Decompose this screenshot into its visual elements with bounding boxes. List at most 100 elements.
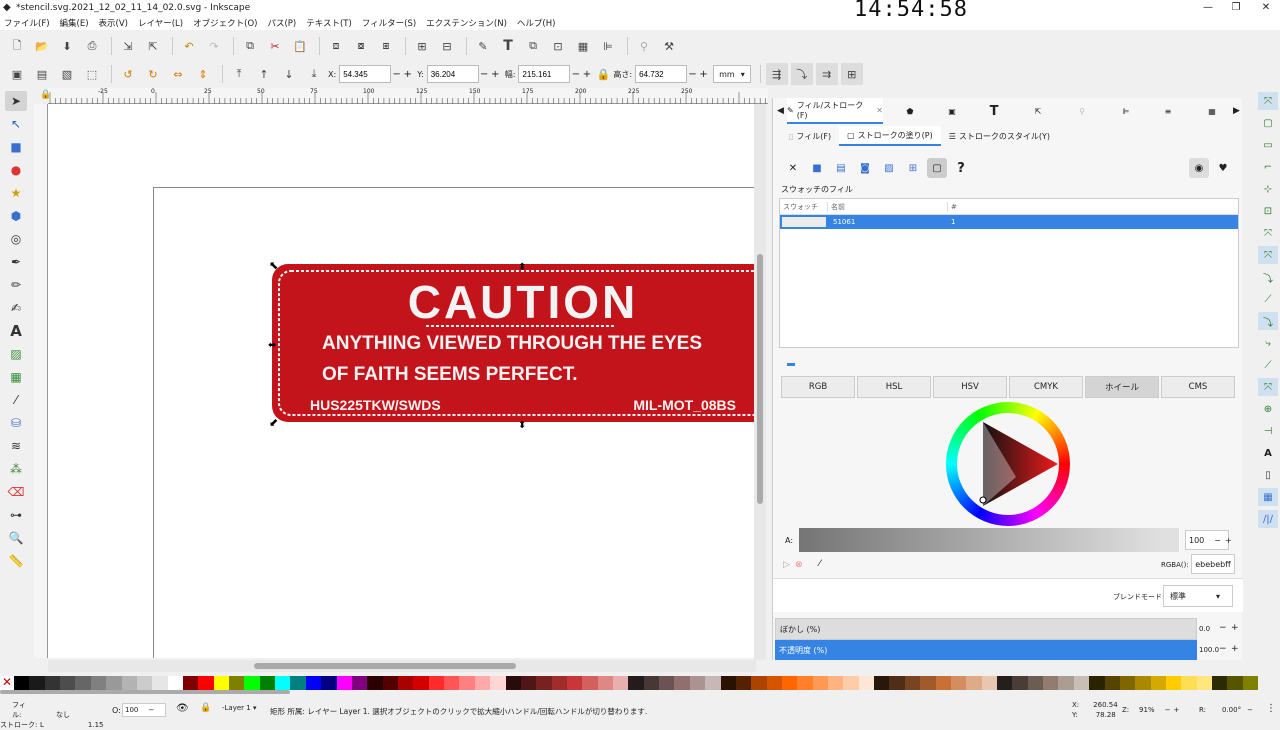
layer-lock-icon[interactable]: 🔒 — [200, 703, 211, 713]
palette-swatch[interactable] — [582, 676, 598, 690]
tab-export[interactable]: ⇱ — [1027, 98, 1049, 124]
palette-swatch[interactable] — [889, 676, 905, 690]
palette-swatch[interactable] — [367, 676, 383, 690]
flat-color-icon[interactable]: ■ — [807, 158, 827, 178]
snap-rotation-center-icon[interactable]: ⊕ — [1258, 400, 1278, 418]
palette-swatch[interactable] — [305, 676, 322, 690]
snap-baseline-icon[interactable]: ⊣ — [1258, 422, 1278, 440]
rectangle-tool-icon[interactable]: ■ — [5, 137, 27, 157]
group-icon[interactable]: ⊞ — [411, 35, 433, 57]
menu-path[interactable]: パス(P) — [267, 17, 296, 29]
menu-file[interactable]: ファイル(F) — [4, 17, 50, 29]
palette-swatch[interactable] — [904, 676, 921, 690]
snap-bbox-edge-icon[interactable]: ▭ — [1258, 136, 1278, 154]
palette-swatch[interactable] — [1150, 676, 1166, 690]
divider-handle[interactable] — [787, 363, 795, 366]
palette-swatch[interactable] — [90, 676, 107, 690]
paste-icon[interactable]: 📋 — [289, 35, 311, 57]
palette-swatch[interactable] — [490, 676, 506, 690]
transform-patterns-icon[interactable]: ⊞ — [840, 63, 863, 85]
snap-cusp-icon[interactable]: ⟋ — [1258, 290, 1278, 308]
vertical-scrollbar[interactable] — [754, 104, 766, 660]
palette-swatch[interactable] — [1227, 676, 1243, 690]
subtab-fill[interactable]: ▯ フィル(F) — [781, 126, 839, 146]
alpha-decrement[interactable]: − — [1214, 536, 1221, 545]
spiral-tool-icon[interactable]: ◎ — [5, 229, 27, 249]
node-tool-icon[interactable]: ↖ — [5, 114, 27, 134]
palette-swatch[interactable] — [29, 676, 45, 690]
palette-swatch[interactable] — [198, 676, 214, 690]
palette-swatch[interactable] — [828, 676, 844, 690]
palette-swatch[interactable] — [1196, 676, 1213, 690]
menu-edit[interactable]: 編集(E) — [60, 17, 89, 29]
blend-select[interactable]: 標準 ▾ — [1163, 585, 1233, 607]
blur-decrement[interactable]: − — [1219, 623, 1227, 633]
snap-guide-icon[interactable]: /|/ — [1258, 510, 1278, 528]
palette-swatch[interactable] — [766, 676, 782, 690]
subtab-stroke-paint[interactable]: ▢ ストロークの塗り(P) — [839, 126, 941, 146]
palette-swatch[interactable] — [167, 676, 183, 690]
tab-layers[interactable]: ≡ — [1157, 98, 1179, 124]
fill-rule-nonzero-icon[interactable]: ♥ — [1213, 158, 1233, 178]
mode-wheel[interactable]: ホイール — [1085, 376, 1159, 398]
palette-swatch[interactable] — [259, 676, 276, 690]
palette-swatch[interactable] — [1027, 676, 1044, 690]
color-wheel[interactable] — [946, 402, 1070, 526]
scale-handle-top[interactable]: ⬍ — [518, 262, 526, 273]
palette-swatch[interactable] — [628, 676, 644, 690]
alpha-increment[interactable]: + — [1225, 536, 1232, 545]
palette-swatch[interactable] — [781, 676, 798, 690]
mode-rgb[interactable]: RGB — [781, 376, 855, 398]
scale-handle-bottom-left[interactable]: ⬋ — [269, 416, 278, 429]
palette-swatch[interactable] — [229, 676, 245, 690]
width-decrement[interactable]: − — [570, 69, 581, 80]
chevron-left-icon[interactable]: ◀ — [777, 106, 784, 116]
scroll-thumb[interactable] — [254, 663, 516, 669]
palette-swatch[interactable] — [1104, 676, 1120, 690]
blur-increment[interactable]: + — [1231, 623, 1239, 633]
palette-swatch[interactable] — [597, 676, 614, 690]
palette-swatch[interactable] — [351, 676, 368, 690]
export-icon[interactable]: ⇱ — [142, 35, 164, 57]
menu-text[interactable]: テキスト(T) — [306, 17, 352, 29]
raise-icon[interactable]: ↑ — [253, 63, 275, 85]
palette-swatch[interactable] — [797, 676, 813, 690]
close-icon[interactable]: ✕ — [876, 106, 883, 115]
palette-swatch[interactable] — [1242, 676, 1259, 690]
tab-fill-stroke[interactable]: ✎ フィル/ストローク(F) ✕ — [787, 98, 883, 124]
palette-swatch[interactable] — [520, 676, 537, 690]
scale-handle-top-left[interactable]: ⬉ — [269, 259, 278, 272]
transform-gradients-icon[interactable]: ⇉ — [815, 63, 838, 85]
clone-icon[interactable]: ⧇ — [350, 35, 372, 57]
palette-swatch[interactable] — [428, 676, 445, 690]
palette-swatch[interactable] — [290, 676, 306, 690]
palette-swatch[interactable] — [674, 676, 690, 690]
palette-swatch[interactable] — [997, 676, 1013, 690]
palette-swatch[interactable] — [136, 676, 153, 690]
zoom-input[interactable]: 91% − + — [1133, 703, 1185, 717]
snap-bbox-corner-icon[interactable]: ⌐ — [1258, 158, 1278, 176]
close-icon[interactable]: ✕ — [1252, 0, 1280, 16]
selector-tool-icon[interactable]: ➤ — [5, 91, 27, 111]
lower-icon[interactable]: ↓ — [278, 63, 300, 85]
snap-intersection-icon[interactable]: ⤵ — [1258, 268, 1278, 286]
palette-swatch[interactable] — [1165, 676, 1182, 690]
blur-slider[interactable]: ぼかし (%) — [775, 618, 1197, 640]
star-tool-icon[interactable]: ★ — [5, 183, 27, 203]
palette-swatch[interactable] — [182, 676, 199, 690]
dropper-tool-icon[interactable]: ⁄ — [5, 390, 27, 410]
text-font-icon[interactable]: T — [497, 35, 519, 57]
radial-gradient-icon[interactable]: ◙ — [855, 158, 875, 178]
palette-swatch[interactable] — [244, 676, 260, 690]
tweak-tool-icon[interactable]: ≋ — [5, 436, 27, 456]
subtab-stroke-style[interactable]: ☰ ストロークのスタイル(Y) — [941, 126, 1058, 146]
calligraphy-tool-icon[interactable]: ✍ — [5, 298, 27, 318]
rotation-input[interactable]: 0.00° − — [1208, 703, 1260, 717]
width-increment[interactable]: + — [581, 69, 592, 80]
snap-smooth-icon[interactable]: ⤵ — [1258, 312, 1278, 330]
palette-swatch[interactable] — [735, 676, 752, 690]
palette-swatch[interactable] — [812, 676, 829, 690]
opacity-decrement[interactable]: − — [1219, 644, 1227, 654]
snap-page-border-icon[interactable]: ▯ — [1258, 466, 1278, 484]
import-icon[interactable]: ⇲ — [117, 35, 139, 57]
